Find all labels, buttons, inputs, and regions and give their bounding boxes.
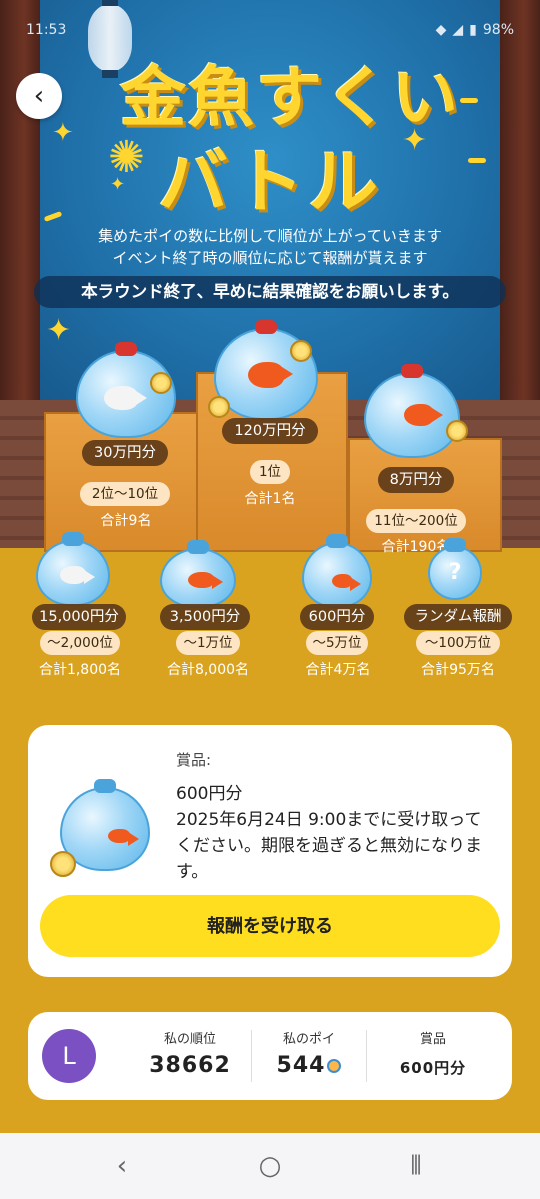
- goldfish-icon: [404, 404, 443, 426]
- goldfish-bag-icon: [302, 534, 372, 608]
- nav-recents-button[interactable]: ⦀: [394, 1147, 438, 1185]
- goldfish-icon: [332, 574, 361, 591]
- tier-2-prize: 30万円分: [82, 440, 168, 466]
- claim-reward-button[interactable]: 報酬を受け取る: [40, 895, 500, 957]
- bag-knot: [94, 779, 116, 793]
- sparkle-icon: ✦: [46, 313, 72, 348]
- my-prize-label: 賞品: [419, 1032, 446, 1047]
- battery-level: 98%: [482, 22, 514, 38]
- tier-2-rank: 2位〜10位: [80, 482, 170, 506]
- nav-recents-icon: ⦀: [410, 1151, 422, 1181]
- nav-home-icon: ○: [258, 1151, 282, 1181]
- tier-1-prize: 120万円分: [222, 418, 318, 444]
- tier-1-count: 合計1名: [244, 491, 296, 507]
- goldfish-bag-icon: [76, 342, 176, 438]
- poi-icon: [327, 1059, 342, 1073]
- my-rank-value: 38662: [149, 1053, 231, 1078]
- mystery-bag-icon: ?: [428, 538, 482, 600]
- coin-icon: [446, 420, 468, 442]
- tier-5-count: 合計8,000名: [166, 662, 250, 678]
- nav-back-button[interactable]: ‹: [100, 1147, 144, 1185]
- signal-icon: ◢: [452, 22, 464, 38]
- tier-6-rank: 〜5万位: [306, 631, 368, 655]
- tier-1-rank: 1位: [250, 460, 290, 484]
- goldfish-bag-icon: [160, 540, 236, 608]
- nav-back-icon: ‹: [116, 1151, 128, 1181]
- my-poi: 私のポイ 544: [254, 1028, 364, 1078]
- bag-knot: [62, 532, 84, 546]
- coin-icon: [208, 396, 230, 418]
- goldfish-icon: [104, 386, 147, 410]
- nav-home-button[interactable]: ○: [248, 1147, 292, 1185]
- my-prize: 賞品 600円分: [370, 1028, 496, 1078]
- prize-label: 賞品:: [176, 751, 212, 769]
- tier-7-count: 合計95万名: [421, 662, 495, 678]
- tier-4-count: 合計1,800名: [38, 662, 122, 678]
- bag-knot: [115, 342, 137, 356]
- my-poi-value: 544: [276, 1053, 326, 1078]
- my-rank-label: 私の順位: [163, 1032, 216, 1047]
- coin-icon: [150, 372, 172, 394]
- tier-3-rank: 11位〜200位: [366, 509, 466, 533]
- goldfish-icon: [60, 566, 95, 584]
- results-section: 賞品: 600円分 2025年6月24日 9:00までに受け取ってください。期限…: [0, 725, 540, 1133]
- bag-knot: [326, 534, 348, 548]
- bag-knot: [255, 320, 277, 334]
- event-hero: 11:53 ◆ ◢ ▮ 98% ‹ ✦ ✺ ✦ ✦ ✦ 金魚すくい バトル 集め…: [0, 0, 540, 725]
- prize-value: 600円分: [176, 784, 243, 804]
- coin-icon: [50, 851, 76, 877]
- goldfish-bag-icon: [50, 779, 160, 881]
- tier-5-prize: 3,500円分: [160, 604, 250, 630]
- tier-6-count: 合計4万名: [305, 662, 371, 678]
- bag-knot: [187, 540, 209, 554]
- status-icons: ◆ ◢ ▮ 98%: [436, 22, 514, 38]
- bag-knot: [444, 538, 466, 552]
- tier-5-rank: 〜1万位: [176, 631, 240, 655]
- tier-6-prize: 600円分: [300, 604, 374, 630]
- event-description-2: イベント終了時の順位に応じて報酬が貰えます: [112, 249, 428, 267]
- tier-7-rank: 〜100万位: [416, 631, 500, 655]
- divider: [251, 1030, 252, 1082]
- divider: [366, 1030, 367, 1082]
- round-end-notice: 本ラウンド終了、早めに結果確認をお願いします。: [34, 276, 506, 308]
- my-poi-value-row: 544: [254, 1053, 364, 1078]
- system-nav-bar: ‹ ○ ⦀: [0, 1133, 540, 1199]
- goldfish-icon: [108, 829, 139, 846]
- tier-3-prize: 8万円分: [378, 467, 454, 493]
- claim-deadline-text: 2025年6月24日 9:00までに受け取ってください。期限を過ぎると無効になり…: [176, 810, 482, 882]
- my-poi-label: 私のポイ: [282, 1032, 335, 1047]
- status-time: 11:53: [26, 22, 67, 38]
- tier-7-prize: ランダム報酬: [404, 604, 512, 630]
- wifi-icon: ◆: [435, 22, 447, 38]
- avatar[interactable]: L: [42, 1029, 96, 1083]
- tier-2-count: 合計9名: [100, 513, 152, 529]
- coin-icon: [290, 340, 312, 362]
- goldfish-icon: [248, 362, 293, 388]
- battery-icon: ▮: [469, 22, 477, 38]
- my-stats-card: L 私の順位 38662 私のポイ 544 賞品 600円分: [28, 1012, 512, 1100]
- tier-4-rank: 〜2,000位: [40, 631, 120, 655]
- goldfish-bag-icon: [364, 364, 460, 458]
- bag-knot: [401, 364, 423, 378]
- goldfish-icon: [188, 572, 223, 590]
- my-prize-value: 600円分: [399, 1059, 467, 1077]
- tier-4-prize: 15,000円分: [32, 604, 126, 630]
- goldfish-bag-icon: [36, 532, 110, 606]
- question-icon: ?: [448, 560, 462, 585]
- reward-card: 賞品: 600円分 2025年6月24日 9:00までに受け取ってください。期限…: [28, 725, 512, 977]
- event-title-line2: バトル: [157, 141, 383, 223]
- event-description-1: 集めたポイの数に比例して順位が上がっていきます: [98, 227, 442, 245]
- my-rank: 私の順位 38662: [132, 1028, 248, 1078]
